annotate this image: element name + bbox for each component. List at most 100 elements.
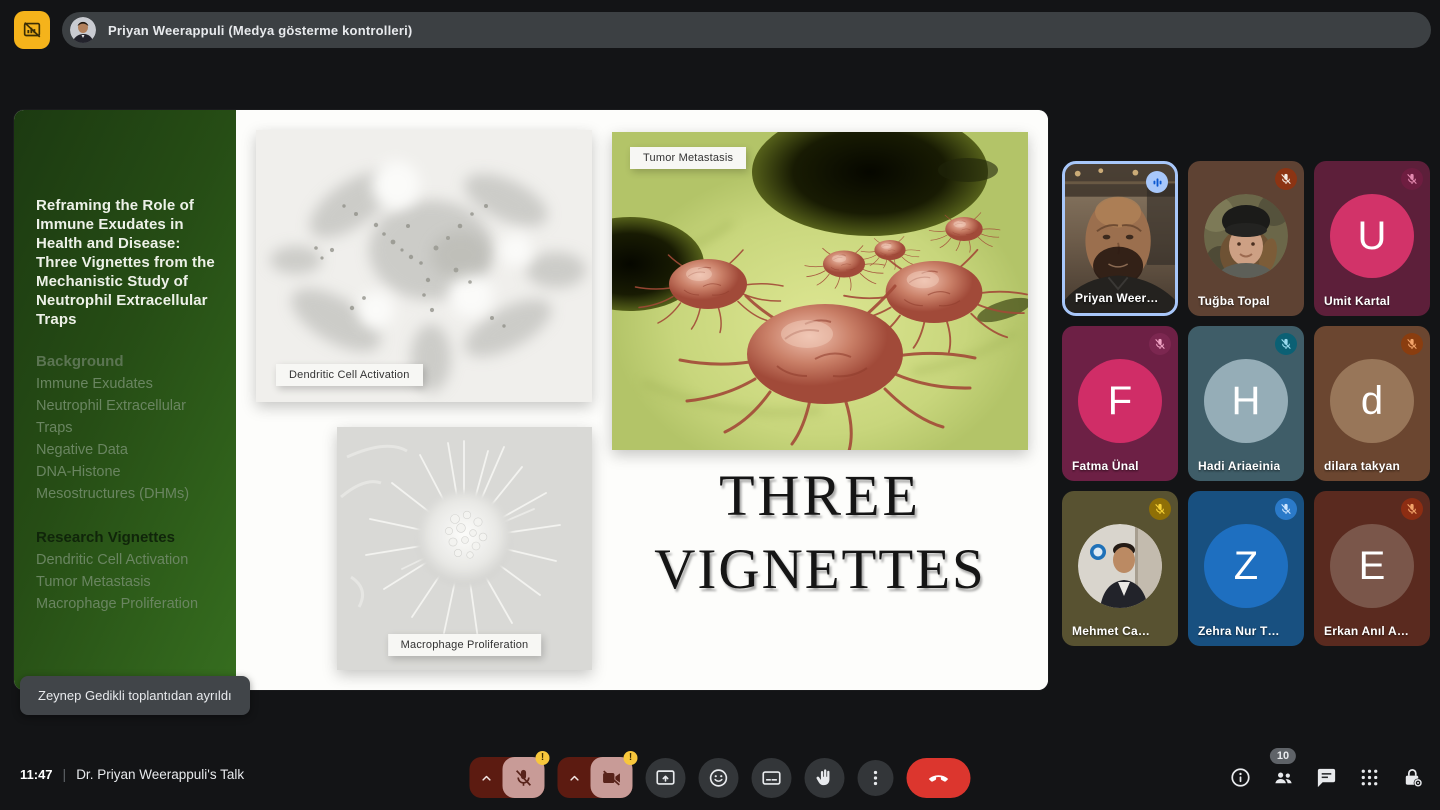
participant-tile-fatma[interactable]: F Fatma Ünal [1062,326,1178,481]
mic-off-icon [1149,498,1171,520]
lock-icon [1401,766,1424,789]
dendritic-cell-image: Dendritic Cell Activation [256,130,592,402]
mic-off-icon [1275,333,1297,355]
macrophage-image: Macrophage Proliferation [337,427,592,670]
leave-notification-toast: Zeynep Gedikli toplantıdan ayrıldı [20,676,250,715]
avatar-photo [1204,194,1288,278]
avatar-initial: E [1330,524,1414,608]
camera-control[interactable]: ! [558,757,633,798]
image-caption-macrophage: Macrophage Proliferation [388,634,542,656]
mic-off-icon [1275,168,1297,190]
more-options-button[interactable] [858,760,894,796]
image-caption-dendritic: Dendritic Cell Activation [276,364,423,386]
image-caption-tumor: Tumor Metastasis [630,147,746,169]
presenter-avatar [70,17,96,43]
slide-outline-panel: Reframing the Role of Immune Exudates in… [14,110,236,690]
participant-name: dilara takyan [1324,459,1400,473]
mic-off-icon [513,767,535,789]
reactions-button[interactable] [699,758,739,798]
participant-tile-umit[interactable]: U Umit Kartal [1314,161,1430,316]
outline-item: Dendritic Cell Activation [36,549,218,571]
participant-name: Hadi Ariaeinia [1198,459,1280,473]
avatar-initial: U [1330,194,1414,278]
participant-tile-dilara[interactable]: d dilara takyan [1314,326,1430,481]
more-dots-icon [865,767,887,789]
outline-item: Neutrophil Extracellular Traps [36,395,218,439]
participant-name: Tuğba Topal [1198,294,1270,308]
participant-tile-mehmet[interactable]: Mehmet Ca… [1062,491,1178,646]
participant-tile-erkan[interactable]: E Erkan Anıl A… [1314,491,1430,646]
end-call-button[interactable] [907,758,971,798]
outline-heading-background: Background [36,351,218,373]
call-controls: ! ! [470,757,971,798]
slide-content: Dendritic Cell Activation [236,110,1048,690]
mic-off-icon [1401,168,1423,190]
avatar-initial: Z [1204,524,1288,608]
headline-line1: THREE [612,462,1028,529]
camera-warning-badge: ! [624,751,638,765]
info-icon [1229,766,1252,789]
participant-tile-hadi[interactable]: H Hadi Ariaeinia [1188,326,1304,481]
meeting-info: 11:47 | Dr. Priyan Weerappuli's Talk [20,766,244,782]
avatar-initial: d [1330,359,1414,443]
mic-warning-badge: ! [536,751,550,765]
outline-heading-vignettes: Research Vignettes [36,527,218,549]
participant-name: Priyan Weer… [1075,291,1159,305]
host-controls-button[interactable] [1400,765,1424,789]
people-panel-button[interactable]: 10 [1271,765,1295,789]
people-icon [1272,766,1295,789]
meet-window: Priyan Weerappuli (Medya gösterme kontro… [0,0,1440,810]
panel-controls: 10 [1228,765,1424,789]
meeting-title: Dr. Priyan Weerappuli's Talk [76,767,244,782]
headline-line2: VIGNETTES [612,537,1028,602]
presentation-slide: Reframing the Role of Immune Exudates in… [14,110,1048,690]
participant-count-badge: 10 [1270,748,1296,764]
present-screen-button[interactable] [646,758,686,798]
participant-name: Mehmet Ca… [1072,624,1150,638]
participant-grid: Priyan Weer… [1062,161,1430,646]
camera-options-chevron-icon[interactable] [558,757,592,798]
mic-off-icon [1401,333,1423,355]
chat-panel-button[interactable] [1314,765,1338,789]
outline-item: Negative Data [36,439,218,461]
present-screen-icon [655,767,677,789]
outline-item: Macrophage Proliferation [36,593,218,615]
participant-name: Umit Kartal [1324,294,1390,308]
end-call-icon [927,766,951,790]
participant-tile-tugba[interactable]: Tuğba Topal [1188,161,1304,316]
participant-tile-priyan[interactable]: Priyan Weer… [1062,161,1178,316]
presenter-banner-text: Priyan Weerappuli (Medya gösterme kontro… [108,23,412,38]
media-blocked-icon [21,19,43,41]
chat-icon [1315,766,1338,789]
presenter-banner[interactable]: Priyan Weerappuli (Medya gösterme kontro… [62,12,1431,48]
media-blocked-indicator[interactable] [14,11,50,49]
slide-deck-title: Reframing the Role of Immune Exudates in… [36,196,218,329]
avatar-photo [1078,524,1162,608]
outline-item: DNA-Histone Mesostructures (DHMs) [36,461,218,505]
speaking-indicator-icon [1146,171,1168,193]
divider: | [63,766,67,782]
outline-item: Tumor Metastasis [36,571,218,593]
mic-control[interactable]: ! [470,757,545,798]
clock: 11:47 [20,767,53,782]
participant-name: Erkan Anıl A… [1324,624,1409,638]
participant-tile-zehra[interactable]: Z Zehra Nur T… [1188,491,1304,646]
mic-options-chevron-icon[interactable] [470,757,504,798]
captions-button[interactable] [752,758,792,798]
avatar-initial: F [1078,359,1162,443]
raise-hand-button[interactable] [805,758,845,798]
activities-button[interactable] [1357,765,1381,789]
slide-headline: THREE VIGNETTES [612,462,1028,602]
meeting-details-button[interactable] [1228,765,1252,789]
participant-name: Fatma Ünal [1072,459,1139,473]
mic-off-icon [1149,333,1171,355]
mic-off-icon [1401,498,1423,520]
smile-icon [708,767,730,789]
hand-icon [814,767,836,789]
participant-name: Zehra Nur T… [1198,624,1280,638]
apps-grid-icon [1358,766,1381,789]
avatar-initial: H [1204,359,1288,443]
mic-off-icon [1275,498,1297,520]
tumor-metastasis-image: Tumor Metastasis [612,132,1028,450]
outline-item: Immune Exudates [36,373,218,395]
